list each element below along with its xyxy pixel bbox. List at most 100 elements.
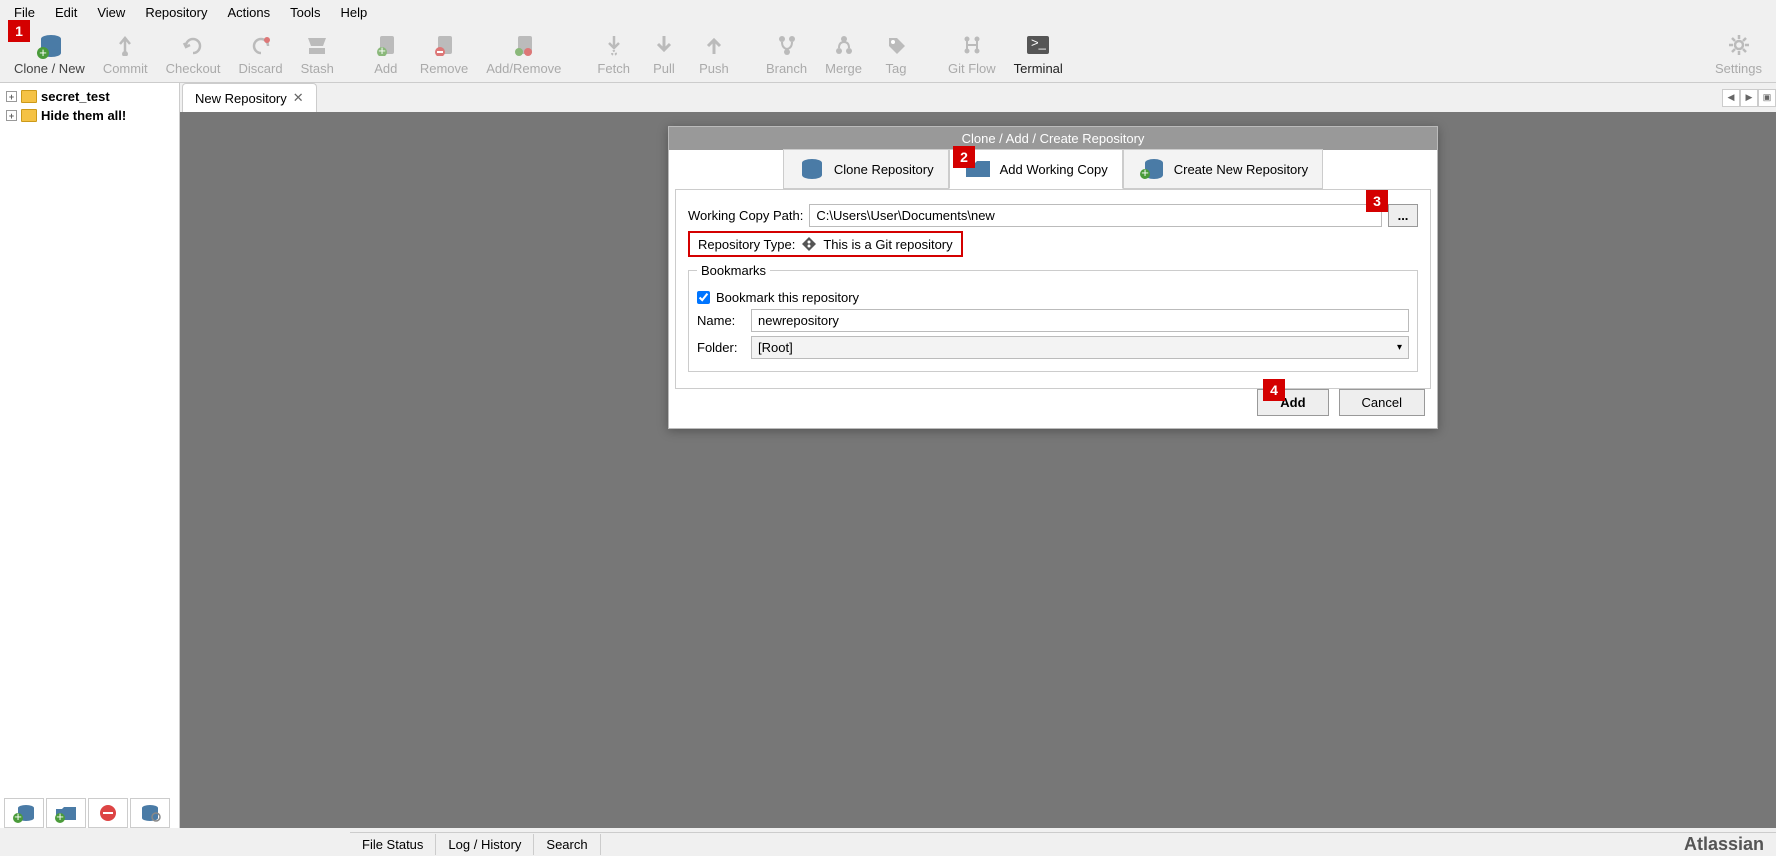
bookmark-checkbox[interactable]	[697, 291, 710, 304]
push-icon	[698, 29, 730, 61]
add-remove-icon	[508, 29, 540, 61]
dialog-tab-label: Create New Repository	[1174, 162, 1308, 177]
toolbar-checkout[interactable]: Checkout	[158, 27, 229, 78]
toolbar-label: Clone / New	[14, 61, 85, 76]
stash-icon	[301, 29, 333, 61]
toolbar-remove[interactable]: Remove	[412, 27, 476, 78]
toolbar-tag[interactable]: Tag	[872, 27, 920, 78]
dialog-tab-clone[interactable]: Clone Repository	[783, 149, 949, 189]
folder-icon	[21, 90, 37, 103]
checkout-icon	[177, 29, 209, 61]
menu-tools[interactable]: Tools	[280, 2, 330, 23]
working-copy-path-input[interactable]	[809, 204, 1382, 227]
toolbar-label: Add	[374, 61, 397, 76]
content-canvas: Clone / Add / Create Repository 2 Clone …	[180, 112, 1776, 828]
sidebar-item-hide-them-all[interactable]: + Hide them all!	[0, 106, 179, 125]
dialog-tab-create[interactable]: + Create New Repository	[1123, 149, 1323, 189]
clone-add-create-dialog: Clone / Add / Create Repository 2 Clone …	[668, 126, 1438, 429]
tab-strip: New Repository ✕ ◀ ▶ ▣	[180, 83, 1776, 112]
marker-1: 1	[8, 20, 30, 42]
branch-icon	[771, 29, 803, 61]
toolbar-discard[interactable]: Discard	[231, 27, 291, 78]
cancel-button[interactable]: Cancel	[1339, 389, 1425, 416]
dialog-tab-label: Clone Repository	[834, 162, 934, 177]
tag-icon	[880, 29, 912, 61]
status-bar: File Status Log / History Search Atlassi…	[350, 832, 1776, 856]
toolbar-pull[interactable]: Pull	[640, 27, 688, 78]
toolbar-commit[interactable]: Commit	[95, 27, 156, 78]
fetch-icon	[598, 29, 630, 61]
toolbar-label: Git Flow	[948, 61, 996, 76]
bookmarks-fieldset: Bookmarks Bookmark this repository Name:…	[688, 263, 1418, 372]
menu-view[interactable]: View	[87, 2, 135, 23]
status-log-history[interactable]: Log / History	[436, 834, 534, 855]
toolbar-label: Remove	[420, 61, 468, 76]
toolbar-label: Push	[699, 61, 729, 76]
folder-select[interactable]: [Root] ▾	[751, 336, 1409, 359]
svg-text:>_: >_	[1031, 35, 1047, 50]
sidebar-bottom-toolbar: + +	[0, 794, 174, 832]
tab-scroll-left[interactable]: ◀	[1722, 89, 1740, 107]
svg-text:+: +	[378, 43, 386, 56]
status-search[interactable]: Search	[534, 834, 600, 855]
sidebar-settings-button[interactable]	[130, 798, 170, 828]
tab-menu[interactable]: ▣	[1758, 89, 1776, 107]
toolbar-push[interactable]: Push	[690, 27, 738, 78]
toolbar-label: Tag	[886, 61, 907, 76]
sidebar-remove-button[interactable]	[88, 798, 128, 828]
toolbar-branch[interactable]: Branch	[758, 27, 815, 78]
working-copy-path-label: Working Copy Path:	[688, 208, 803, 223]
database-create-icon: +	[1138, 158, 1166, 180]
terminal-icon: >_	[1022, 29, 1054, 61]
svg-text:+: +	[1141, 165, 1149, 180]
name-label: Name:	[697, 313, 745, 328]
toolbar-merge[interactable]: Merge	[817, 27, 870, 78]
repository-type-box: Repository Type: This is a Git repositor…	[688, 231, 963, 257]
menu-actions[interactable]: Actions	[217, 2, 280, 23]
marker-4: 4	[1263, 379, 1285, 401]
toolbar-git-flow[interactable]: Git Flow	[940, 27, 1004, 78]
database-add-icon: +	[33, 29, 65, 61]
repo-type-label: Repository Type:	[698, 237, 795, 252]
name-input[interactable]	[751, 309, 1409, 332]
toolbar-add[interactable]: + Add	[362, 27, 410, 78]
toolbar-add-remove[interactable]: Add/Remove	[478, 27, 569, 78]
expand-icon[interactable]: +	[6, 91, 17, 102]
svg-text:+: +	[40, 45, 48, 59]
toolbar-label: Discard	[239, 61, 283, 76]
add-icon: +	[370, 29, 402, 61]
toolbar-stash[interactable]: Stash	[293, 27, 342, 78]
tab-scroll-right[interactable]: ▶	[1740, 89, 1758, 107]
menu-repository[interactable]: Repository	[135, 2, 217, 23]
tab-new-repository[interactable]: New Repository ✕	[182, 83, 317, 112]
commit-icon	[109, 29, 141, 61]
browse-button[interactable]: ...	[1388, 204, 1418, 227]
repository-sidebar: + secret_test + Hide them all!	[0, 83, 180, 828]
gitflow-icon	[956, 29, 988, 61]
remove-icon	[428, 29, 460, 61]
chevron-down-icon: ▾	[1397, 342, 1402, 353]
pull-icon	[648, 29, 680, 61]
toolbar-fetch[interactable]: Fetch	[589, 27, 638, 78]
bookmarks-legend: Bookmarks	[697, 263, 770, 278]
sidebar-add-repo-button[interactable]: +	[4, 798, 44, 828]
expand-icon[interactable]: +	[6, 110, 17, 121]
database-clone-icon	[798, 158, 826, 180]
marker-2: 2	[953, 146, 975, 168]
svg-text:+: +	[56, 809, 64, 823]
folder-icon	[21, 109, 37, 122]
sidebar-item-secret-test[interactable]: + secret_test	[0, 87, 179, 106]
toolbar-label: Checkout	[166, 61, 221, 76]
repo-type-value: This is a Git repository	[823, 237, 952, 252]
toolbar-settings[interactable]: Settings	[1707, 27, 1770, 78]
menu-help[interactable]: Help	[330, 2, 377, 23]
sidebar-add-folder-button[interactable]: +	[46, 798, 86, 828]
close-icon[interactable]: ✕	[293, 90, 304, 106]
toolbar-label: Stash	[301, 61, 334, 76]
toolbar-terminal[interactable]: >_Terminal	[1006, 27, 1071, 78]
sidebar-item-label: Hide them all!	[41, 108, 126, 123]
status-file-status[interactable]: File Status	[350, 834, 436, 855]
menu-edit[interactable]: Edit	[45, 2, 87, 23]
toolbar-label: Pull	[653, 61, 675, 76]
folder-select-value: [Root]	[758, 340, 793, 355]
